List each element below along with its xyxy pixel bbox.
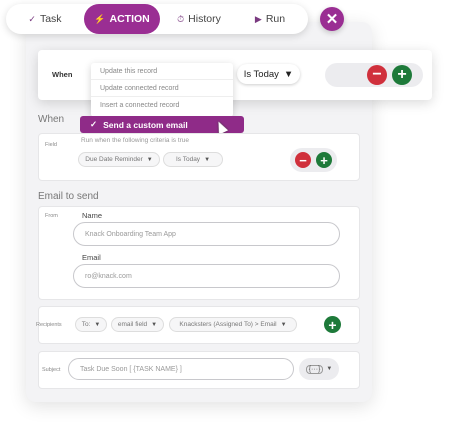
recipient-field-select[interactable]: Knacksters (Assigned To) > Email ▼ — [169, 317, 297, 332]
recipient-field-value: Knacksters (Assigned To) > Email — [179, 321, 277, 328]
add-criteria-button[interactable]: + — [316, 152, 332, 168]
tab-action-label: ACTION — [109, 13, 150, 25]
chevron-down-icon: ▼ — [204, 156, 211, 163]
field-label: Field — [45, 142, 57, 148]
code-braces-icon: {···} — [305, 364, 324, 374]
operator-select-value: Is Today — [175, 156, 201, 163]
email-label: Email — [82, 253, 101, 262]
chevron-down-icon: ▼ — [146, 156, 153, 163]
from-email-input[interactable]: ro@knack.com — [73, 264, 340, 288]
from-label: From — [45, 213, 58, 219]
chevron-down-icon: ▼ — [151, 321, 158, 328]
lightning-icon: ⚡ — [94, 13, 106, 24]
when-row-label: When — [52, 70, 73, 79]
criteria-hint: Run when the following criteria is true — [81, 137, 190, 144]
chevron-down-icon: ▼ — [283, 68, 294, 80]
dropdown-option[interactable]: Update connected record — [91, 80, 233, 97]
remove-criteria-button[interactable]: − — [295, 152, 311, 168]
recipients-label: Recipients — [36, 322, 62, 328]
email-section-title: Email to send — [38, 191, 99, 202]
recipient-type-value: email field — [117, 321, 148, 328]
recipient-type-select[interactable]: email field ▼ — [111, 317, 164, 332]
insert-field-button[interactable]: {···} ▼ — [299, 358, 339, 380]
tab-task[interactable]: ✓ Task — [6, 4, 84, 34]
play-icon: ▶ — [254, 13, 262, 24]
tab-action[interactable]: ⚡ ACTION — [84, 4, 160, 34]
check-icon: ✓ — [90, 119, 98, 129]
chevron-down-icon: ▼ — [94, 321, 101, 328]
operator-select[interactable]: Is Today ▼ — [237, 64, 300, 84]
tab-bar: ✓ Task ⚡ ACTION ⏱ History ▶ Run — [6, 4, 308, 34]
subject-input[interactable]: Task Due Soon [ {TASK NAME} ] — [68, 358, 294, 380]
to-select-value: To: — [81, 321, 91, 328]
remove-condition-button[interactable]: − — [367, 65, 387, 85]
action-type-dropdown: Update this record Update connected reco… — [91, 63, 233, 117]
field-select-value: Due Date Reminder — [85, 156, 143, 163]
tab-run-label: Run — [265, 13, 286, 25]
tab-run[interactable]: ▶ Run — [238, 4, 302, 34]
chevron-down-icon: ▼ — [280, 321, 287, 328]
operator-value: Is Today — [243, 68, 279, 80]
close-icon[interactable]: ✕ — [320, 7, 344, 31]
from-name-input[interactable]: Knack Onboarding Team App — [73, 222, 340, 246]
to-select[interactable]: To: ▼ — [75, 317, 107, 332]
operator-select[interactable]: Is Today ▼ — [163, 152, 223, 167]
when-section-title: When — [38, 114, 65, 125]
field-select[interactable]: Due Date Reminder ▼ — [78, 152, 160, 167]
tab-task-label: Task — [39, 13, 62, 25]
subject-label: Subject — [42, 367, 61, 373]
clock-icon: ⏱ — [177, 13, 185, 24]
selected-option-label: Send a custom email — [103, 119, 188, 130]
name-label: Name — [82, 211, 103, 220]
add-recipient-button[interactable]: + — [324, 316, 341, 333]
check-icon: ✓ — [28, 13, 36, 24]
add-condition-button[interactable]: + — [392, 65, 412, 85]
tab-history-label: History — [188, 13, 221, 25]
tab-history[interactable]: ⏱ History — [160, 4, 238, 34]
dropdown-option[interactable]: Update this record — [91, 63, 233, 80]
dropdown-option[interactable]: Insert a connected record — [91, 97, 233, 114]
chevron-down-icon: ▼ — [326, 366, 333, 372]
